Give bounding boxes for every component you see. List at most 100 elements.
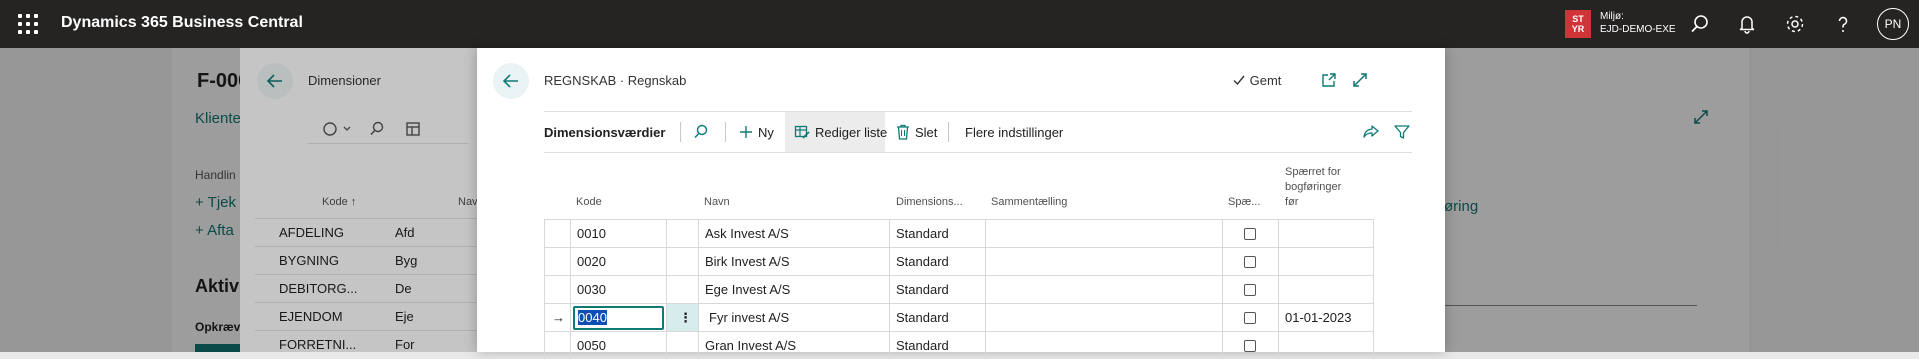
share-icon[interactable] xyxy=(1362,112,1380,152)
dimension-type-cell[interactable]: Standard xyxy=(889,247,985,275)
more-options-button[interactable]: Flere indstillinger xyxy=(965,112,1063,152)
toolbar-separator xyxy=(725,122,726,142)
row-indicator[interactable] xyxy=(544,275,570,303)
edit-list-label: Rediger liste xyxy=(815,124,888,140)
totaling-cell[interactable] xyxy=(985,331,1222,359)
blocked-cell[interactable] xyxy=(1222,247,1278,275)
code-cell[interactable]: 0030 xyxy=(570,275,666,303)
notifications-bell-icon[interactable] xyxy=(1735,12,1759,36)
filter-icon[interactable] xyxy=(1393,112,1411,152)
name-cell[interactable]: Birk Invest A/S xyxy=(698,247,889,275)
blocked-cell[interactable] xyxy=(1222,303,1278,331)
table-row[interactable]: 0030 Ege Invest A/S Standard xyxy=(544,275,1374,303)
dimension-type-cell[interactable]: Standard xyxy=(889,303,985,331)
top-bar: Dynamics 365 Business Central ST YR Milj… xyxy=(0,0,1919,48)
blocked-checkbox[interactable] xyxy=(1244,284,1256,296)
app-title[interactable]: Dynamics 365 Business Central xyxy=(61,14,303,32)
open-in-new-window-icon[interactable] xyxy=(1320,71,1338,89)
name-cell[interactable]: Gran Invest A/S xyxy=(698,331,889,359)
code-cell-editing[interactable]: 0040 xyxy=(570,303,666,331)
checkmark-icon xyxy=(1232,73,1246,87)
code-input[interactable]: 0040 xyxy=(573,306,664,330)
totaling-cell[interactable] xyxy=(985,275,1222,303)
column-header-code[interactable]: Kode xyxy=(576,196,602,208)
header-line: før xyxy=(1285,196,1299,208)
app-launcher-icon[interactable] xyxy=(16,12,40,36)
environment-info[interactable]: Miljø: EJD-DEMO-EXE xyxy=(1600,10,1676,36)
new-label: Ny xyxy=(758,124,774,140)
totaling-cell[interactable] xyxy=(985,219,1222,247)
blocked-cell[interactable] xyxy=(1222,219,1278,247)
env-badge-line1: ST xyxy=(1572,14,1584,24)
saved-label: Gemt xyxy=(1249,73,1282,88)
breadcrumb: REGNSKAB · Regnskab xyxy=(544,73,687,88)
trash-icon xyxy=(896,124,910,140)
tab-dimension-values[interactable]: Dimensionsværdier xyxy=(544,112,665,152)
expand-icon[interactable] xyxy=(1351,71,1369,89)
blocked-date-cell[interactable] xyxy=(1278,275,1374,303)
blocked-date-cell[interactable] xyxy=(1278,219,1374,247)
table-row[interactable]: 0050 Gran Invest A/S Standard xyxy=(544,331,1374,359)
table-row[interactable]: 0010 Ask Invest A/S Standard xyxy=(544,219,1374,247)
row-indicator[interactable] xyxy=(544,331,570,359)
column-header-dimension-type[interactable]: Dimensions... xyxy=(896,196,963,208)
row-indicator[interactable] xyxy=(544,247,570,275)
dimension-type-cell[interactable]: Standard xyxy=(889,275,985,303)
edit-list-icon xyxy=(794,124,810,140)
env-badge-line2: YR xyxy=(1571,24,1585,34)
row-menu-cell[interactable] xyxy=(666,247,698,275)
row-menu-cell[interactable] xyxy=(666,219,698,247)
edit-list-button[interactable]: Rediger liste xyxy=(785,112,888,152)
plus-icon xyxy=(739,125,753,139)
table-row-selected[interactable]: → 0040 ⋮ Fyr invest A/S Standard 01-01-2… xyxy=(544,303,1374,331)
toolbar-separator xyxy=(680,122,681,142)
totaling-cell[interactable] xyxy=(985,303,1222,331)
blocked-cell[interactable] xyxy=(1222,275,1278,303)
search-button[interactable] xyxy=(692,112,710,152)
delete-label: Slet xyxy=(915,124,938,140)
code-cell[interactable]: 0010 xyxy=(570,219,666,247)
column-header-name[interactable]: Navn xyxy=(704,196,730,208)
header-line: bogføringer xyxy=(1285,181,1342,193)
column-header-blocked[interactable]: Spæ... xyxy=(1228,196,1260,208)
blocked-checkbox[interactable] xyxy=(1244,256,1256,268)
blocked-date-cell[interactable] xyxy=(1278,247,1374,275)
blocked-date-cell[interactable] xyxy=(1278,331,1374,359)
saved-status: Gemt xyxy=(1232,73,1281,88)
row-indicator[interactable]: → xyxy=(544,303,570,331)
search-icon[interactable] xyxy=(1688,12,1712,36)
column-header-totaling[interactable]: Sammentælling xyxy=(991,196,1067,208)
blocked-checkbox[interactable] xyxy=(1244,340,1256,352)
delete-button[interactable]: Slet xyxy=(896,112,937,152)
header-line: Spærret for xyxy=(1285,166,1341,178)
new-button[interactable]: Ny xyxy=(739,112,774,152)
totaling-cell[interactable] xyxy=(985,247,1222,275)
current-row-arrow-icon: → xyxy=(552,310,565,325)
user-avatar[interactable]: PN xyxy=(1877,8,1909,40)
row-menu-ellipsis-icon[interactable]: ⋮ xyxy=(666,303,698,331)
blocked-checkbox[interactable] xyxy=(1244,312,1256,324)
action-bar: Dimensionsværdier Ny Rediger liste Slet xyxy=(544,111,1412,153)
code-input-selection: 0040 xyxy=(578,310,607,325)
table-row[interactable]: 0020 Birk Invest A/S Standard xyxy=(544,247,1374,275)
code-cell[interactable]: 0020 xyxy=(570,247,666,275)
blocked-checkbox[interactable] xyxy=(1244,228,1256,240)
row-menu-cell[interactable] xyxy=(666,331,698,359)
help-icon[interactable] xyxy=(1831,12,1855,36)
blocked-date-cell[interactable]: 01-01-2023 xyxy=(1278,303,1374,331)
name-cell[interactable]: Fyr invest A/S xyxy=(698,303,889,331)
environment-badge[interactable]: ST YR xyxy=(1565,10,1591,38)
name-cell[interactable]: Ege Invest A/S xyxy=(698,275,889,303)
column-header-blocked-postings-before[interactable]: Spærret for bogføringer før xyxy=(1285,165,1341,210)
name-cell[interactable]: Ask Invest A/S xyxy=(698,219,889,247)
settings-gear-icon[interactable] xyxy=(1783,12,1807,36)
dimension-type-cell[interactable]: Standard xyxy=(889,219,985,247)
code-cell[interactable]: 0050 xyxy=(570,331,666,359)
blocked-cell[interactable] xyxy=(1222,331,1278,359)
dimension-values-dialog: REGNSKAB · Regnskab Gemt Dimensionsværdi… xyxy=(477,48,1445,359)
row-menu-cell[interactable] xyxy=(666,275,698,303)
env-label: Miljø: xyxy=(1600,11,1624,22)
row-indicator[interactable] xyxy=(544,219,570,247)
dimension-type-cell[interactable]: Standard xyxy=(889,331,985,359)
back-button[interactable] xyxy=(493,63,529,99)
